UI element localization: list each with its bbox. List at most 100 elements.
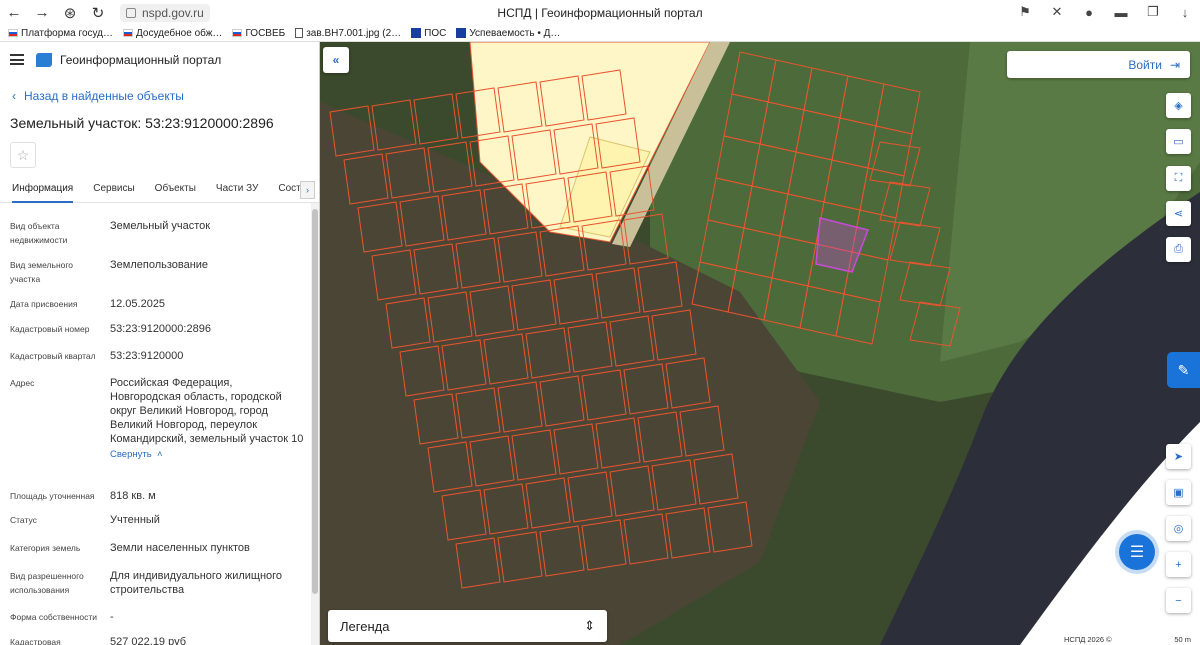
print-button[interactable]: ⎙ [1166, 237, 1191, 262]
attribute-value: 527 022,19 руб [110, 636, 187, 645]
address-text: Российская Федерация, Новгородская облас… [110, 377, 304, 445]
bookmark-icon [411, 28, 422, 38]
locate-button[interactable]: ◎ [1166, 516, 1191, 541]
attribute-value: 12.05.2025 [110, 298, 166, 310]
portal-logo-icon [36, 52, 52, 67]
back-link-label: Назад в найденные объекты [24, 89, 184, 103]
back-to-results-link[interactable]: ‹ Назад в найденные объекты [12, 89, 184, 103]
measure-button[interactable]: ▭ [1166, 129, 1191, 154]
share-icon: ⋖ [1173, 208, 1184, 220]
attribute-value: Земли населенных пунктов [110, 542, 250, 554]
attribute-value: 53:23:9120000 [110, 350, 184, 362]
copyright-text: НСПД 2026 © [1064, 635, 1112, 644]
layers-button[interactable]: ◈ [1166, 93, 1191, 118]
legend-label: Легенда [340, 618, 390, 634]
download-icon[interactable]: ↓ [1176, 3, 1194, 21]
navigation-arrow-icon: ➤ [1173, 451, 1184, 463]
map-view[interactable]: « Войти ⇥ ◈ ▭ ⛶ ⋖ ⎙ ✎ ➤ ▣ ◎ + − ☰ Легенд… [320, 42, 1200, 645]
browser-actions: ⚑ ✕ ● ▬ ❐ ↓ [1016, 3, 1194, 21]
collections-icon[interactable]: ❐ [1144, 3, 1162, 21]
collapse-panel-button[interactable]: « [323, 47, 349, 73]
print-icon: ⎙ [1174, 243, 1183, 255]
attribute-value-address: Российская Федерация, Новгородская облас… [110, 376, 305, 462]
select-area-button[interactable]: ⛶ [1166, 166, 1191, 191]
tabs-scroll-right-icon[interactable]: › [300, 181, 315, 199]
document-icon [295, 28, 304, 38]
bookmark-item[interactable]: ПОС [411, 28, 446, 39]
map-attribution: НСПД 2026 © 50 m [1060, 634, 1195, 645]
plus-icon: + [1175, 558, 1182, 571]
login-icon: ⇥ [1169, 57, 1180, 72]
attribute-value: Учтенный [110, 514, 160, 526]
chat-icon: ☰ [1129, 544, 1145, 561]
feedback-button[interactable]: ✎ [1167, 352, 1200, 388]
address-bar[interactable]: nspd.gov.ru [120, 3, 210, 22]
favorite-star-icon[interactable]: ☆ [10, 142, 36, 168]
bookmark-item[interactable]: Досудебное обж… [123, 28, 222, 39]
tab-parts[interactable]: Части ЗУ [216, 179, 258, 203]
lock-icon [126, 7, 136, 18]
legend-select[interactable]: Легенда ⇕ [328, 610, 607, 642]
attribute-value: Землепользование [110, 259, 209, 271]
mail-icon[interactable]: ▬ [1112, 3, 1130, 21]
browser-toolbar: ← → ⊛ ↻ nspd.gov.ru НСПД | Геоинформацио… [0, 0, 1200, 25]
reload-icon[interactable]: ↻ [84, 0, 112, 25]
profile-icon[interactable]: ● [1080, 3, 1098, 21]
collapse-link[interactable]: Свернуть ˄ [110, 448, 163, 462]
scrollbar-thumb[interactable] [312, 209, 318, 594]
panel-scrollbar[interactable] [311, 203, 319, 645]
flag-icon [123, 29, 134, 37]
login-label: Войти [1128, 57, 1162, 72]
bookmark-item[interactable]: ГОСВЕБ [232, 28, 285, 39]
back-arrow-icon[interactable]: ← [0, 0, 28, 25]
tab-services[interactable]: Сервисы [93, 179, 134, 203]
attribute-label: Категория земель [10, 543, 81, 553]
menu-icon[interactable] [10, 54, 24, 65]
attribute-value: 53:23:9120000:2896 [110, 323, 211, 335]
extension-icon[interactable]: ✕ [1048, 3, 1066, 21]
attribute-label: Дата присвоения [10, 299, 78, 309]
attribute-label: Площадь уточненная [10, 491, 95, 501]
tab-objects[interactable]: Объекты [155, 179, 196, 203]
minimap-icon: ▣ [1173, 487, 1184, 499]
object-info-panel: Геоинформационный портал ‹ Назад в найде… [0, 42, 320, 645]
bookmarks-bar: Платформа госуд… Досудебное обж… ГОСВЕБ … [0, 25, 1200, 42]
map-canvas[interactable] [320, 42, 1200, 645]
attribute-label: Форма собственности [10, 612, 97, 622]
feedback-icon: ✎ [1177, 361, 1190, 378]
attribute-value: Земельный участок [110, 220, 211, 232]
select-area-icon: ⛶ [1174, 172, 1183, 184]
attribute-label: Кадастровый квартал [10, 351, 96, 361]
flag-icon [8, 29, 18, 37]
geolocation-button[interactable]: ➤ [1166, 444, 1191, 469]
bookmark-item[interactable]: Платформа госуд… [8, 28, 113, 39]
locate-icon: ◎ [1173, 523, 1184, 535]
tab-information[interactable]: Информация [12, 179, 74, 203]
forward-arrow-icon[interactable]: → [28, 0, 56, 25]
bookmark-item[interactable]: зав.ВН7.001.jpg (2… [295, 28, 401, 39]
login-button[interactable]: Войти ⇥ [1007, 51, 1190, 78]
attribute-label: Кадастровый номер [10, 324, 90, 334]
zoom-in-button[interactable]: + [1166, 552, 1191, 577]
yandex-icon[interactable]: ⊛ [56, 0, 84, 25]
attribute-label: Адрес [10, 378, 35, 388]
minimap-button[interactable]: ▣ [1166, 480, 1191, 505]
minus-icon: − [1175, 594, 1182, 607]
page-title: Земельный участок: 53:23:9120000:2896 [10, 115, 274, 131]
bookmark-flag-icon[interactable]: ⚑ [1016, 3, 1034, 21]
chevron-left-icon: ‹ [12, 89, 16, 103]
zoom-out-button[interactable]: − [1166, 588, 1191, 613]
chevron-up-icon: ˄ [154, 449, 163, 460]
attribute-value: 818 кв. м [110, 490, 156, 502]
chat-button[interactable]: ☰ [1119, 534, 1155, 570]
attribute-label: Вид разрешенного использования [10, 571, 84, 595]
portal-title: Геоинформационный портал [60, 52, 222, 67]
share-button[interactable]: ⋖ [1166, 201, 1191, 226]
attribute-label: Статус [10, 515, 37, 525]
bookmark-item[interactable]: Успеваемость • Д… [456, 28, 560, 39]
attribute-value: Для индивидуального жилищного строительс… [110, 570, 283, 596]
url-text: nspd.gov.ru [142, 5, 204, 20]
flag-icon [232, 29, 243, 37]
collapse-label: Свернуть [110, 449, 152, 460]
layers-icon: ◈ [1174, 100, 1183, 112]
